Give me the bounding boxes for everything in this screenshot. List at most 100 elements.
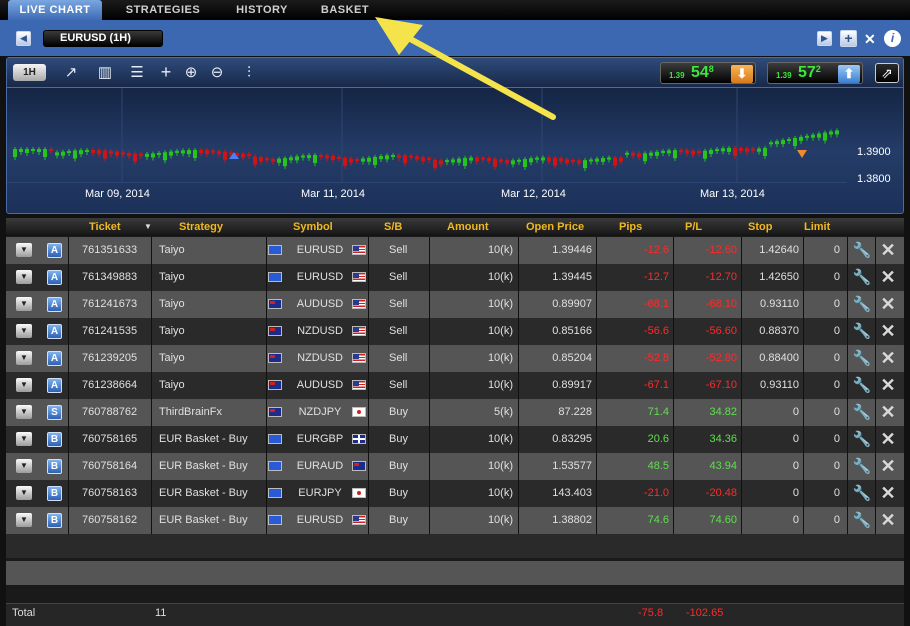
candle [463,155,467,169]
close-position-icon[interactable]: ✕ [878,267,898,287]
table-row[interactable]: ▼ B 760758162 EUR Basket - Buy EURUSD Buy 10(k… [6,507,904,534]
lines-icon[interactable]: ☰ [127,64,147,81]
tab-history[interactable]: HISTORY [222,0,302,20]
close-position-icon[interactable]: ✕ [878,402,898,422]
candles-icon[interactable]: ⫶ [237,64,261,81]
candle [793,135,797,149]
row-menu-icon[interactable]: ▼ [16,243,32,257]
close-position-icon[interactable]: ✕ [878,240,898,260]
close-position-icon[interactable]: ✕ [878,456,898,476]
table-row[interactable]: ▼ A 761239205 Taiyo NZDUSD Sell 10(k) 0.85204 -5… [6,345,904,372]
ticket-cell: 760758165 [82,433,138,445]
row-menu-icon[interactable]: ▼ [16,351,32,365]
row-menu-icon[interactable]: ▼ [16,486,32,500]
candle [685,148,689,157]
zoom-out-icon[interactable]: ⊖ [208,64,226,81]
edit-wrench-icon[interactable]: 🔧 [852,484,872,504]
row-menu-icon[interactable]: ▼ [16,405,32,419]
candle [751,146,755,154]
buy-arrow-icon[interactable]: ⬆ [838,65,860,83]
close-position-icon[interactable]: ✕ [878,348,898,368]
stop-cell: 0 [792,406,799,418]
edit-wrench-icon[interactable]: 🔧 [852,430,872,450]
close-position-icon[interactable]: ✕ [878,483,898,503]
header-open-price[interactable]: Open Price [526,218,590,236]
table-row[interactable]: ▼ A 761349883 Taiyo EURUSD Sell 10(k) 1.39445 -1… [6,264,904,291]
expand-chart-icon[interactable]: ⇗ [875,63,899,83]
sort-desc-icon[interactable]: ▼ [144,218,152,236]
header-amount[interactable]: Amount [447,218,489,236]
candle [181,148,185,157]
edit-wrench-icon[interactable]: 🔧 [852,241,872,261]
sell-quote[interactable]: 1.39 548 ⬇ [660,62,756,84]
table-row[interactable]: ▼ A 761241535 Taiyo NZDUSD Sell 10(k) 0.85166 -5… [6,318,904,345]
header-ticket[interactable]: Ticket [89,218,121,236]
row-menu-icon[interactable]: ▼ [16,513,32,527]
header-strategy[interactable]: Strategy [179,218,223,236]
edit-wrench-icon[interactable]: 🔧 [852,511,872,531]
edit-wrench-icon[interactable]: 🔧 [852,403,872,423]
close-position-icon[interactable]: ✕ [878,429,898,449]
candle [217,149,221,158]
header-symbol[interactable]: Symbol [293,218,333,236]
header-stop[interactable]: Stop [748,218,772,236]
table-row[interactable]: ▼ B 760758164 EUR Basket - Buy EURAUD Buy 10(k… [6,453,904,480]
zoom-in-icon[interactable]: ⊕ [182,64,200,81]
candle [451,157,455,166]
symbol-cell: EURUSD [296,244,344,256]
indicators-icon[interactable]: ▥ [95,64,115,81]
symbol-cell: EURUSD [296,271,344,283]
crosshair-icon[interactable]: + [157,63,175,81]
row-menu-icon[interactable]: ▼ [16,324,32,338]
info-icon[interactable]: i [884,30,901,47]
table-row[interactable]: ▼ S 760788762 ThirdBrainFx NZDJPY Buy 5(k) 87.2… [6,399,904,426]
header-pl[interactable]: P/L [685,218,702,236]
next-pair-button[interactable]: ▶ [817,31,832,46]
table-row[interactable]: ▼ A 761351633 Taiyo EURUSD Sell 10(k) 1.39446 -1… [6,237,904,264]
row-menu-icon[interactable]: ▼ [16,459,32,473]
edit-wrench-icon[interactable]: 🔧 [852,268,872,288]
sell-price-main: 548 [691,64,714,81]
header-side[interactable]: S/B [384,218,402,236]
candle [829,129,833,138]
edit-wrench-icon[interactable]: 🔧 [852,349,872,369]
candle [319,153,323,161]
trend-line-icon[interactable]: ↗ [62,64,80,81]
edit-wrench-icon[interactable]: 🔧 [852,457,872,477]
close-position-icon[interactable]: ✕ [878,375,898,395]
close-position-icon[interactable]: ✕ [878,510,898,530]
close-position-icon[interactable]: ✕ [878,294,898,314]
row-menu-icon[interactable]: ▼ [16,270,32,284]
open-price-cell: 0.85166 [552,325,592,337]
header-pips[interactable]: Pips [619,218,642,236]
close-chart-icon[interactable]: ✕ [864,31,876,48]
table-row[interactable]: ▼ B 760758163 EUR Basket - Buy EURJPY Buy 10(k… [6,480,904,507]
table-row[interactable]: ▼ A 761241673 Taiyo AUDUSD Sell 10(k) 0.89907 -6… [6,291,904,318]
row-menu-icon[interactable]: ▼ [16,378,32,392]
candle [655,149,659,159]
timeframe-button[interactable]: 1H [13,64,46,81]
buy-quote[interactable]: 1.39 572 ⬆ [767,62,863,84]
edit-wrench-icon[interactable]: 🔧 [852,295,872,315]
row-menu-icon[interactable]: ▼ [16,297,32,311]
table-row[interactable]: ▼ A 761238664 Taiyo AUDUSD Sell 10(k) 0.89917 -6… [6,372,904,399]
candle [673,148,677,162]
row-menu-icon[interactable]: ▼ [16,432,32,446]
edit-wrench-icon[interactable]: 🔧 [852,376,872,396]
candle [223,149,227,163]
tab-live-chart[interactable]: LIVE CHART [8,0,102,20]
trade-type-badge: B [47,486,62,501]
header-limit[interactable]: Limit [804,218,830,236]
edit-wrench-icon[interactable]: 🔧 [852,322,872,342]
sell-arrow-icon[interactable]: ⬇ [731,65,753,83]
strategy-cell: ThirdBrainFx [159,406,222,418]
tab-basket[interactable]: BASKET [310,0,380,20]
close-position-icon[interactable]: ✕ [878,321,898,341]
previous-pair-button[interactable]: ◀ [16,31,31,46]
open-price-cell: 87.228 [558,406,592,418]
tab-strategies[interactable]: STRATEGIES [110,0,216,20]
add-chart-button[interactable]: + [840,30,857,47]
candle [307,153,311,162]
pair-selector[interactable]: EURUSD (1H) [43,30,163,47]
table-row[interactable]: ▼ B 760758165 EUR Basket - Buy EURGBP Buy 10(k… [6,426,904,453]
